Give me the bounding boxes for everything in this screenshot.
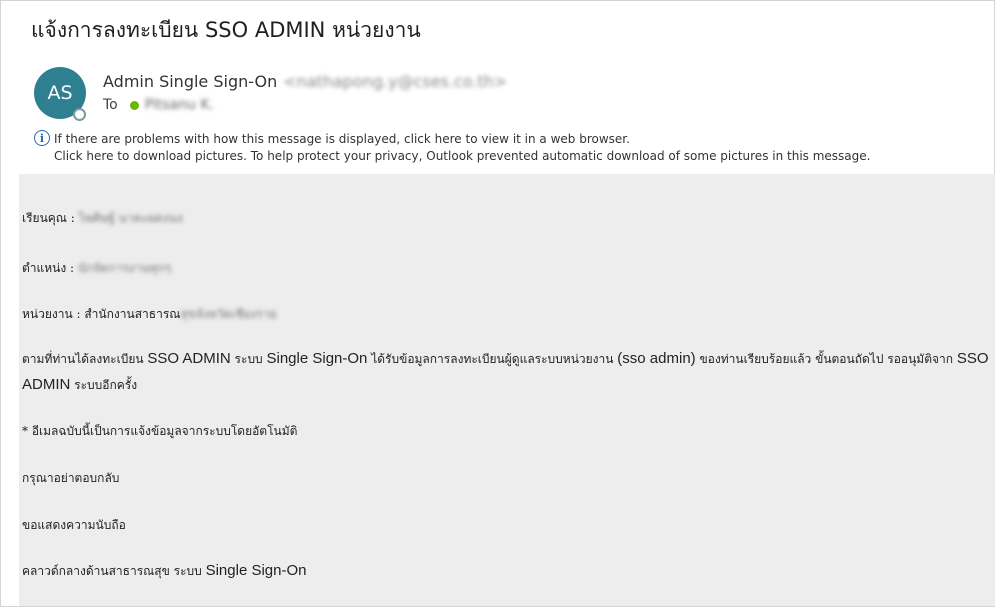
auto-notice: * อีเมลฉบับนี้เป็นการแจ้งข้อมูลจากระบบโด… bbox=[22, 424, 298, 438]
message-text: (sso admin) bbox=[617, 350, 696, 367]
signature-system: Single Sign-On bbox=[205, 562, 307, 579]
sender-name[interactable]: Admin Single Sign-On bbox=[103, 72, 277, 91]
recipient-status-icon bbox=[129, 100, 139, 110]
registration-message: ตามที่ท่านได้ลงทะเบียน SSO ADMIN ระบบ Si… bbox=[22, 346, 992, 398]
email-body: เรียนคุณ : ไพศิษฐ์ นาคะผดงนง ตำแหน่ง : น… bbox=[19, 174, 995, 606]
message-text: ได้รับข้อมูลการลงทะเบียนผู้ดูแลระบบหน่วย… bbox=[367, 352, 618, 366]
view-in-browser-link[interactable]: If there are problems with how this mess… bbox=[54, 131, 870, 148]
position-line: ตำแหน่ง : นักจัดการงานทุกๆ bbox=[22, 259, 171, 278]
sender-address[interactable]: <nathapong.y@cses.co.th> bbox=[283, 72, 507, 91]
sender-line: Admin Single Sign-On <nathapong.y@cses.co… bbox=[103, 72, 507, 91]
message-text: ของท่านเรียบร้อยแล้ว ขั้นตอนถัดไป รออนุม… bbox=[695, 352, 957, 366]
email-subject: แจ้งการลงทะเบียน SSO ADMIN หน่วยงาน bbox=[31, 18, 421, 42]
agency-line: หน่วยงาน : สำนักงานสาธารณสุขจังหวัดเชียง… bbox=[22, 305, 277, 324]
download-pictures-link[interactable]: Click here to download pictures. To help… bbox=[54, 148, 870, 165]
message-text: ระบบอีกครั้ง bbox=[70, 378, 138, 392]
message-text: SSO ADMIN bbox=[147, 350, 231, 367]
greeting-label: เรียนคุณ : bbox=[22, 211, 79, 225]
info-icon: i bbox=[34, 130, 50, 146]
email-reading-pane: แจ้งการลงทะเบียน SSO ADMIN หน่วยงาน AS A… bbox=[0, 0, 995, 607]
agency-value: สุขจังหวัดเชียงราย bbox=[180, 307, 277, 321]
to-label: To bbox=[103, 97, 118, 113]
signature: คลาวด์กลางด้านสาธารณสุข ระบบ Single Sign… bbox=[22, 562, 307, 581]
greeting-line: เรียนคุณ : ไพศิษฐ์ นาคะผดงนง bbox=[22, 209, 183, 228]
position-label: ตำแหน่ง : bbox=[22, 261, 78, 275]
message-text: ระบบ bbox=[230, 352, 267, 366]
greeting-name: ไพศิษฐ์ นาคะผดงนง bbox=[78, 211, 183, 225]
message-text: Single Sign-On bbox=[266, 350, 368, 367]
agency-label: หน่วยงาน : สำนักงานสาธารณ bbox=[22, 307, 181, 321]
recipient-line: To Pitsanu K. bbox=[103, 97, 214, 113]
message-text: ตามที่ท่านได้ลงทะเบียน bbox=[22, 352, 148, 366]
avatar-initials: AS bbox=[47, 82, 73, 104]
info-bar: If there are problems with how this mess… bbox=[54, 131, 870, 165]
closing-line: ขอแสดงความนับถือ bbox=[22, 518, 126, 532]
no-reply-notice: กรุณาอย่าตอบกลับ bbox=[22, 471, 120, 485]
recipient-name[interactable]: Pitsanu K. bbox=[145, 97, 214, 113]
position-value: นักจัดการงานทุกๆ bbox=[77, 261, 172, 275]
presence-status-icon bbox=[73, 108, 86, 121]
signature-text: คลาวด์กลางด้านสาธารณสุข ระบบ bbox=[22, 564, 206, 578]
